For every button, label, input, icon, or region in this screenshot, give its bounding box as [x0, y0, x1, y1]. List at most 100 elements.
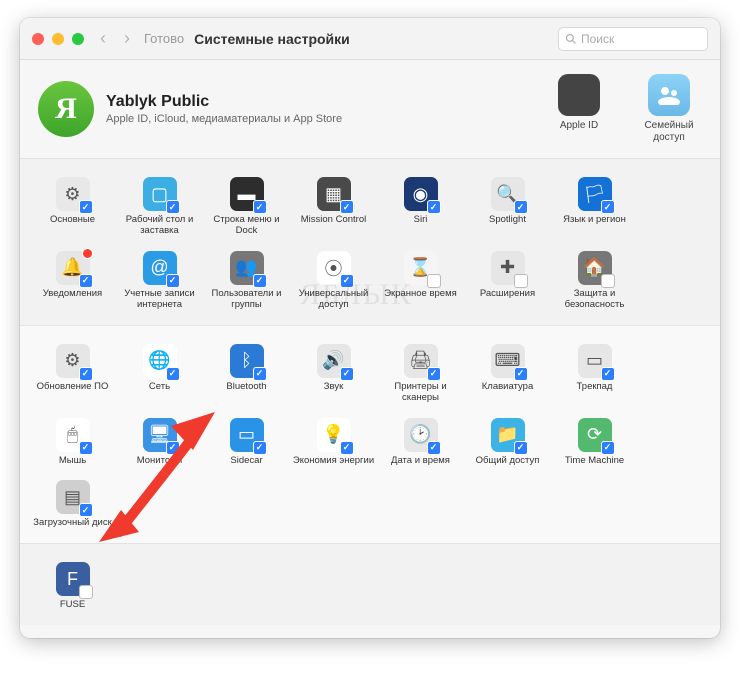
pref-icon: ᛒ [230, 344, 264, 378]
pref-трекпад[interactable]: ▭Трекпад [552, 338, 637, 412]
pref-строка-меню-и-dock[interactable]: ▬Строка меню и Dock [204, 171, 289, 245]
pref-label: Учетные записи интернета [117, 289, 202, 311]
checkbox-checked-icon[interactable] [166, 274, 180, 288]
checkbox-checked-icon[interactable] [166, 367, 180, 381]
apple-id-button[interactable]: Apple ID [546, 74, 612, 144]
checkbox-checked-icon[interactable] [427, 441, 441, 455]
pref-универсальный-доступ[interactable]: ⦿Универсальный доступ [291, 245, 376, 319]
pref-загрузочный-диск[interactable]: ▤Загрузочный диск [30, 474, 115, 537]
pref-экономия-энергии[interactable]: 💡Экономия энергии [291, 412, 376, 475]
pref-icon: ✚ [491, 251, 525, 285]
checkbox-checked-icon[interactable] [79, 441, 93, 455]
pref-label: Экранное время [378, 289, 463, 300]
pref-учетные-записи-интернета[interactable]: @Учетные записи интернета [117, 245, 202, 319]
pref-пользователи-и-группы[interactable]: 👥Пользователи и группы [204, 245, 289, 319]
pref-icon: 🖥 [143, 418, 177, 452]
checkbox-checked-icon[interactable] [253, 200, 267, 214]
checkbox-checked-icon[interactable] [253, 274, 267, 288]
search-placeholder: Поиск [581, 32, 614, 46]
pref-принтеры-и-сканеры[interactable]: 🖨Принтеры и сканеры [378, 338, 463, 412]
checkbox-checked-icon[interactable] [427, 200, 441, 214]
family-button[interactable]: Семейный доступ [636, 74, 702, 144]
checkbox-checked-icon[interactable] [79, 274, 93, 288]
search-icon [565, 33, 577, 45]
pref-label: Мониторы [117, 456, 202, 467]
pref-обновление-по[interactable]: ⚙︎Обновление ПО [30, 338, 115, 412]
checkbox-checked-icon[interactable] [79, 200, 93, 214]
search-input[interactable]: Поиск [558, 27, 708, 51]
done-button[interactable]: Готово [144, 31, 184, 46]
back-button[interactable]: ‹ [100, 28, 106, 49]
checkbox-checked-icon[interactable] [253, 367, 267, 381]
checkbox-checked-icon[interactable] [601, 200, 615, 214]
pref-icon: 🕑 [404, 418, 438, 452]
zoom-icon[interactable] [72, 33, 84, 45]
minimize-icon[interactable] [52, 33, 64, 45]
pref-icon: ⌛ [404, 251, 438, 285]
checkbox-checked-icon[interactable] [514, 200, 528, 214]
pref-label: Принтеры и сканеры [378, 382, 463, 404]
pref-экранное-время[interactable]: ⌛ Экранное время [378, 245, 463, 319]
pref-клавиатура[interactable]: ⌨Клавиатура [465, 338, 550, 412]
pref-мышь[interactable]: 🖱Мышь [30, 412, 115, 475]
checkbox-checked-icon[interactable] [340, 274, 354, 288]
checkbox-checked-icon[interactable] [601, 441, 615, 455]
pref-time-machine[interactable]: ⟳Time Machine [552, 412, 637, 475]
checkbox-checked-icon[interactable] [340, 200, 354, 214]
pref-mission-control[interactable]: ▦Mission Control [291, 171, 376, 245]
checkbox-checked-icon[interactable] [253, 441, 267, 455]
pref-label: Пользователи и группы [204, 289, 289, 311]
checkbox-unchecked-icon[interactable] [427, 274, 441, 288]
account-text[interactable]: Yablyk Public Apple ID, iCloud, медиамат… [106, 93, 546, 125]
pref-основные[interactable]: ⚙︎Основные [30, 171, 115, 245]
pref-дата-и-время[interactable]: 🕑Дата и время [378, 412, 463, 475]
checkbox-checked-icon[interactable] [166, 200, 180, 214]
pref-sidecar[interactable]: ▭Sidecar [204, 412, 289, 475]
pref-label: FUSE [30, 600, 115, 611]
pref-icon: 🏳 [578, 177, 612, 211]
checkbox-checked-icon[interactable] [340, 367, 354, 381]
pref-bluetooth[interactable]: ᛒBluetooth [204, 338, 289, 412]
checkbox-checked-icon[interactable] [427, 367, 441, 381]
pref-язык-и-регион[interactable]: 🏳 Язык и регион [552, 171, 637, 245]
close-icon[interactable] [32, 33, 44, 45]
pref-label: Основные [30, 215, 115, 226]
pref-уведомления[interactable]: 🔔Уведомления [30, 245, 115, 319]
pref-рабочий-стол-и-заставка[interactable]: ▢Рабочий стол и заставка [117, 171, 202, 245]
checkbox-checked-icon[interactable] [514, 441, 528, 455]
pref-расширения[interactable]: ✚ Расширения [465, 245, 550, 319]
pref-label: Универсальный доступ [291, 289, 376, 311]
pref-защита-и-безопасность[interactable]: 🏠Защита и безопасность [552, 245, 637, 319]
pref-label: Расширения [465, 289, 550, 300]
account-subtitle: Apple ID, iCloud, медиаматериалы и App S… [106, 113, 546, 125]
checkbox-checked-icon[interactable] [340, 441, 354, 455]
pref-icon: F [56, 562, 90, 596]
pref-icon: 🏠 [578, 251, 612, 285]
pref-siri[interactable]: ◉ Siri [378, 171, 463, 245]
pref-icon: ▤ [56, 480, 90, 514]
checkbox-checked-icon[interactable] [514, 367, 528, 381]
pref-мониторы[interactable]: 🖥 Мониторы [117, 412, 202, 475]
section-hardware: ⚙︎Обновление ПО🌐СетьᛒBluetooth🔊Звук🖨Прин… [20, 325, 720, 544]
checkbox-unchecked-icon[interactable] [79, 585, 93, 599]
section-thirdparty: F FUSE [20, 543, 720, 625]
pref-звук[interactable]: 🔊Звук [291, 338, 376, 412]
pref-icon: ◉ [404, 177, 438, 211]
checkbox-checked-icon[interactable] [79, 367, 93, 381]
pref-fuse[interactable]: F FUSE [30, 556, 115, 619]
pref-label: Язык и регион [552, 215, 637, 226]
pref-icon: 🌐 [143, 344, 177, 378]
forward-button[interactable]: › [124, 28, 130, 49]
checkbox-checked-icon[interactable] [79, 503, 93, 517]
pref-сеть[interactable]: 🌐Сеть [117, 338, 202, 412]
notification-badge [82, 248, 93, 259]
checkbox-unchecked-icon[interactable] [514, 274, 528, 288]
avatar[interactable]: Я [38, 81, 94, 137]
checkbox-checked-icon[interactable] [166, 441, 180, 455]
pref-label: Siri [378, 215, 463, 226]
pref-spotlight[interactable]: 🔍Spotlight [465, 171, 550, 245]
pref-label: Spotlight [465, 215, 550, 226]
checkbox-unchecked-icon[interactable] [601, 274, 615, 288]
checkbox-checked-icon[interactable] [601, 367, 615, 381]
pref-общий-доступ[interactable]: 📁Общий доступ [465, 412, 550, 475]
